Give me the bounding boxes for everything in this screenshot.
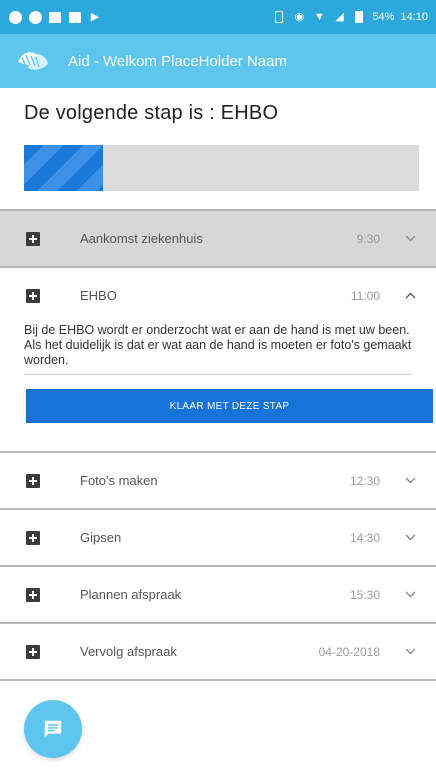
chat-button[interactable] [24,700,82,758]
calendar-icon [68,10,82,24]
step-time: 14:30 [349,530,380,545]
chevron-down-icon[interactable] [404,475,416,487]
step-vervolg: Vervolg afspraak 04-20-2018 [0,622,436,679]
plus-box-icon [26,587,40,602]
clock: 14:10 [400,11,428,23]
whatsapp-icon [28,10,42,24]
step-header[interactable]: Foto's maken 12:30 [0,453,436,508]
step-fotos: Foto's maken 12:30 [0,451,436,508]
plus-box-icon [26,473,40,488]
chevron-down-icon[interactable] [404,589,416,601]
steps-list: Aankomst ziekenhuis 9:30 EHBO 11:00 Bij … [0,209,436,681]
status-bar: ▶ ◉ ▼ ◢ 54% 14:10 [0,0,436,34]
step-name: Vervolg afspraak [80,644,177,659]
steps-divider [0,679,436,681]
app-bar: Aid - Welkom PlaceHolder Naam [0,34,436,88]
step-time: 04-20-2018 [318,644,380,659]
step-header[interactable]: Plannen afspraak 15:30 [0,567,436,622]
step-gipsen: Gipsen 14:30 [0,508,436,565]
plus-box-icon [26,530,40,545]
step-time: 11:00 [350,288,380,303]
next-step-title: De volgende stap is : EHBO [24,102,279,124]
app-title: Aid - Welkom PlaceHolder Naam [68,52,287,70]
step-description: Bij de EHBO wordt er onderzocht wat er a… [24,323,412,375]
wifi-icon: ▼ [313,10,325,23]
step-name: Foto's maken [80,473,158,488]
play-store-icon: ▶ [90,10,100,23]
app-logo-icon[interactable] [16,48,50,74]
chevron-down-icon[interactable] [404,233,416,245]
progress-fill [24,145,103,191]
step-time: 15:30 [349,587,380,602]
complete-step-button[interactable]: KLAAR MET DEZE STAP [26,389,433,423]
step-time: 12:30 [349,473,380,488]
phone-icon [272,10,286,24]
step-name: Aankomst ziekenhuis [80,231,203,246]
chevron-down-icon[interactable] [404,532,416,544]
step-header[interactable]: Aankomst ziekenhuis 9:30 [0,211,436,266]
progress-bar [24,145,419,191]
step-aankomst: Aankomst ziekenhuis 9:30 [0,209,436,266]
step-ehbo: EHBO 11:00 Bij de EHBO wordt er onderzoc… [0,266,436,423]
next-step-section: De volgende stap is : EHBO [0,88,436,191]
plus-box-icon [26,231,40,246]
chevron-up-icon[interactable] [404,290,416,302]
chat-icon [44,720,62,738]
step-time: 9:30 [356,231,380,246]
vibrate-icon: ◉ [294,10,305,23]
step-name: Gipsen [80,530,122,545]
step-plannen: Plannen afspraak 15:30 [0,565,436,622]
step-body: Bij de EHBO wordt er onderzocht wat er a… [0,323,436,423]
step-name: EHBO [80,288,117,303]
status-left: ▶ [8,10,102,24]
signal-icon: ◢ [335,10,344,23]
plus-box-icon [26,288,40,303]
step-header[interactable]: EHBO 11:00 [0,268,436,323]
notification-icon [8,10,22,24]
mail-icon [48,10,62,24]
battery-icon [352,10,366,24]
battery-percentage: 54% [372,11,395,23]
step-header[interactable]: Gipsen 14:30 [0,510,436,565]
plus-box-icon [26,644,40,659]
chevron-down-icon[interactable] [404,646,416,658]
step-header[interactable]: Vervolg afspraak 04-20-2018 [0,624,436,679]
step-name: Plannen afspraak [80,587,182,602]
status-right: ◉ ▼ ◢ 54% 14:10 [272,10,428,24]
